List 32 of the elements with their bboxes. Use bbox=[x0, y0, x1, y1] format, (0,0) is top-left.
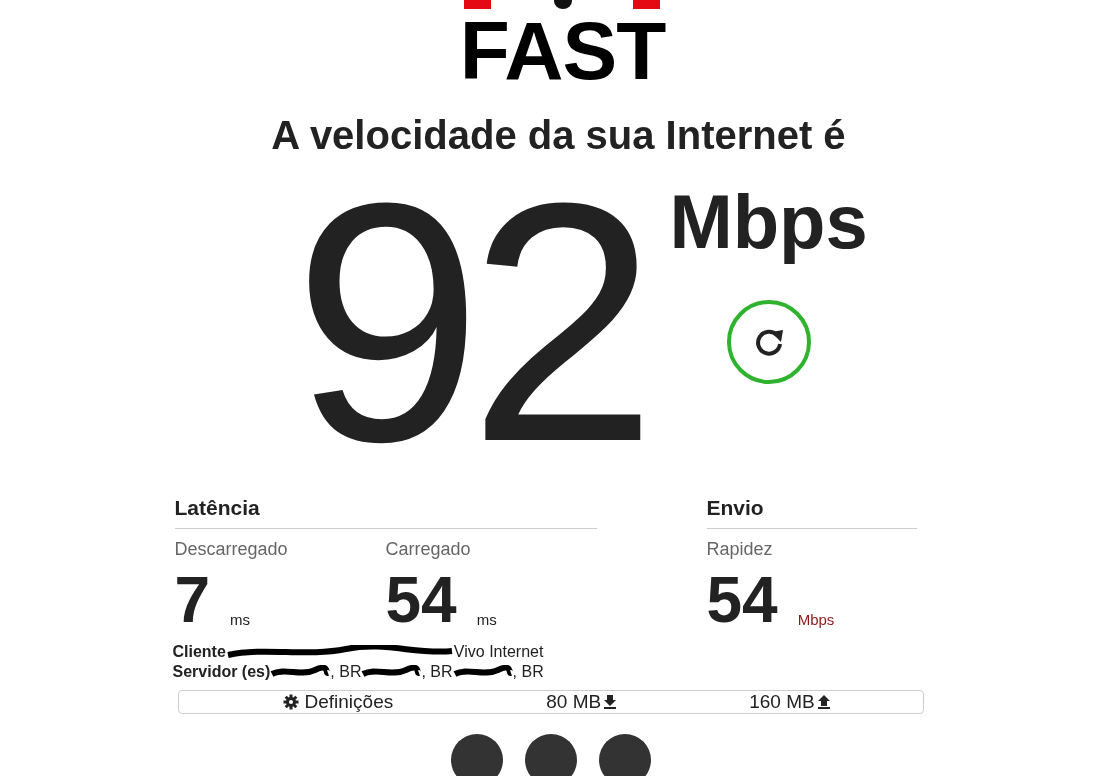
metric-value: 54 bbox=[706, 568, 778, 632]
server-label: Servidor (es) bbox=[172, 662, 271, 682]
metric-label: Carregado bbox=[385, 539, 472, 560]
server-location: , BR bbox=[330, 662, 362, 682]
metric-unit: ms bbox=[230, 611, 251, 628]
redaction-mark bbox=[270, 665, 331, 679]
round-button[interactable] bbox=[450, 734, 503, 776]
metric-label: Rapidez bbox=[706, 539, 774, 560]
logo-text: FAST bbox=[459, 20, 666, 82]
metric-value: 7 bbox=[174, 568, 211, 632]
redaction-mark bbox=[452, 665, 513, 679]
section-title: Latência bbox=[174, 496, 597, 529]
round-button[interactable] bbox=[524, 734, 577, 776]
server-location: , BR bbox=[512, 662, 544, 682]
upload-size: 160 MB bbox=[749, 691, 815, 713]
client-name: Vivo Internet bbox=[453, 642, 544, 662]
headline: A velocidade da sua Internet é bbox=[271, 112, 846, 158]
metric-unit: Mbps bbox=[797, 611, 835, 628]
settings-icon bbox=[282, 694, 299, 710]
upload-icon bbox=[817, 695, 830, 709]
metric-unit: ms bbox=[476, 611, 497, 628]
server-location: , BR bbox=[421, 662, 453, 682]
download-size: 80 MB bbox=[546, 691, 602, 713]
client-label: Cliente bbox=[172, 642, 226, 662]
section-title: Envio bbox=[706, 496, 917, 529]
metric-label: Descarregado bbox=[174, 539, 289, 560]
redaction-mark bbox=[361, 665, 422, 679]
round-button[interactable] bbox=[598, 734, 651, 776]
settings-button[interactable]: Definições bbox=[282, 691, 394, 713]
metric-value: 54 bbox=[385, 568, 457, 632]
download-icon bbox=[604, 695, 617, 709]
speed-value: 92 bbox=[293, 172, 644, 472]
